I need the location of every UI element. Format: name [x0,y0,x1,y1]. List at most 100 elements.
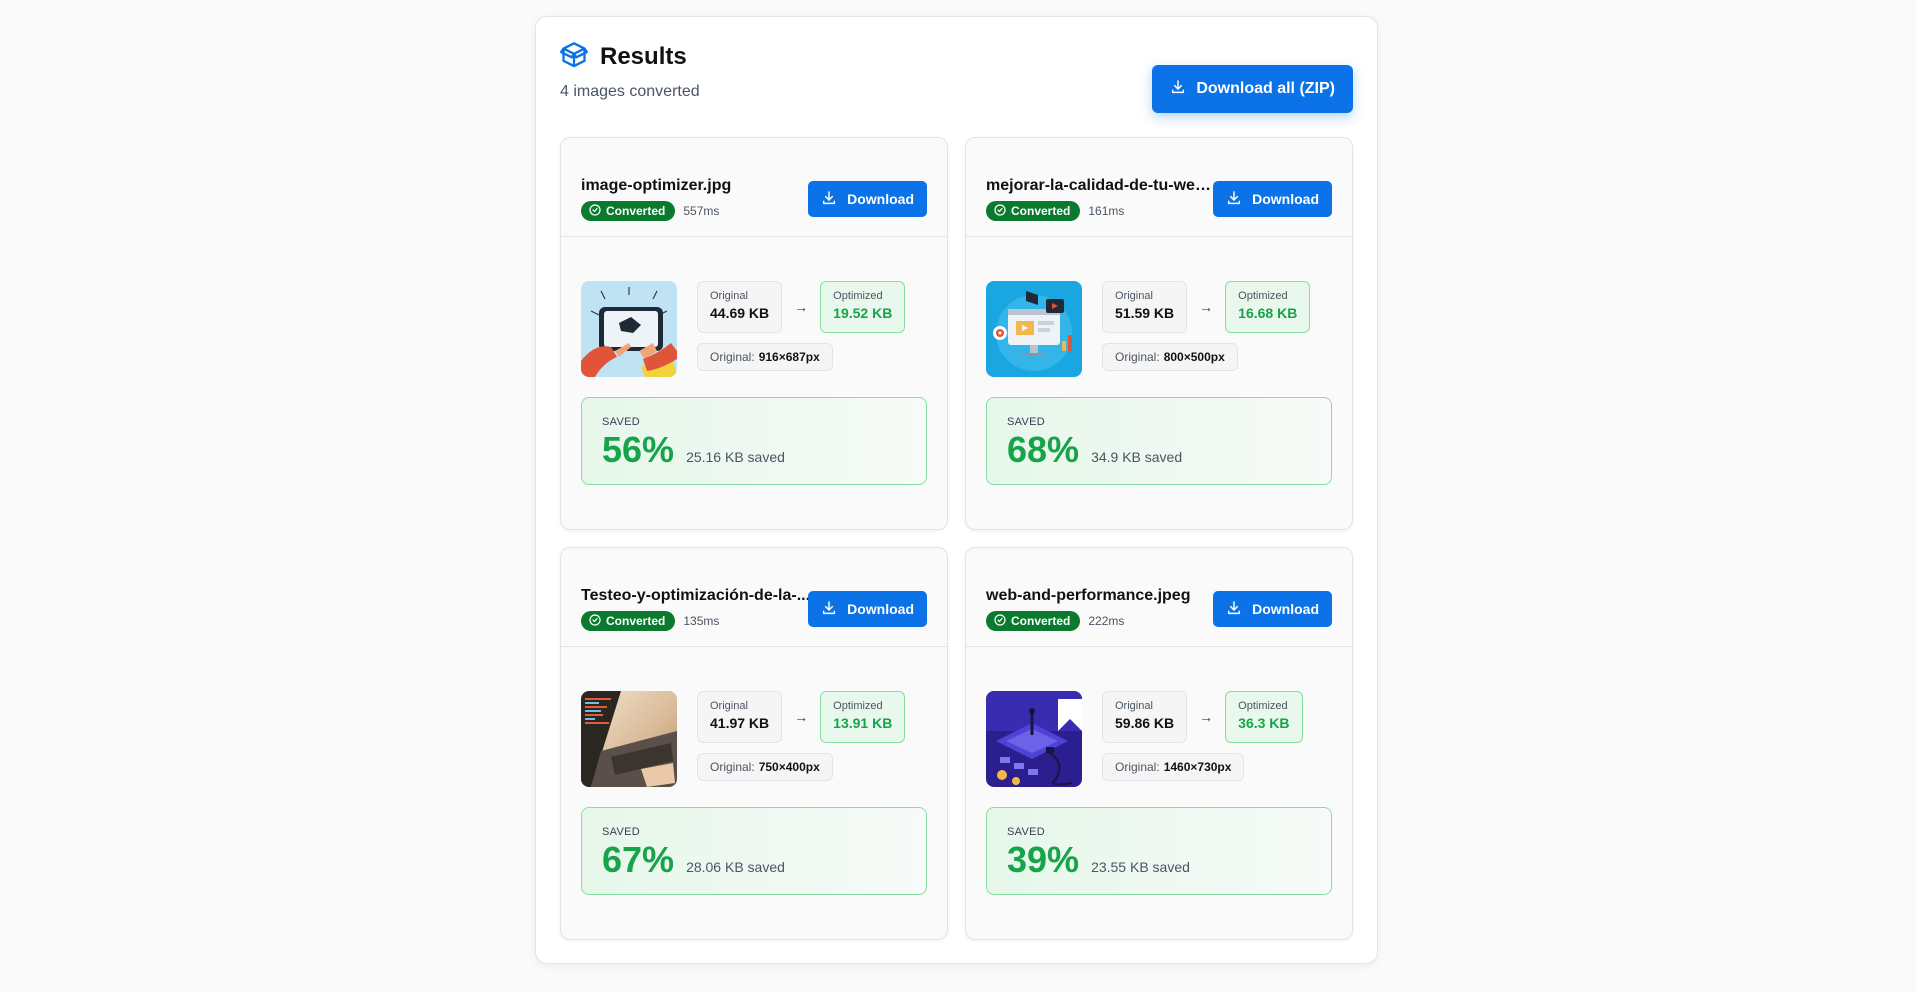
check-circle-icon [589,613,601,629]
original-size-label: Original [710,290,748,302]
result-card: Testeo-y-optimización-de-la-... Converte… [560,547,948,940]
size-comparison: Original 59.86 KB → Optimized 36.3 KB [1102,691,1303,743]
original-size-label: Original [1115,700,1153,712]
arrow-right-icon: → [794,299,809,315]
savings-panel: SAVED 67% 28.06 KB saved [581,807,927,895]
conversion-time: 222ms [1088,614,1125,628]
saved-label: SAVED [602,416,640,428]
arrow-right-icon: → [794,709,809,725]
saved-label: SAVED [1007,826,1045,838]
optimized-size-box: Optimized 36.3 KB [1225,691,1303,743]
arrow-right-icon: → [1199,299,1214,315]
download-button[interactable]: Download [808,181,927,217]
optimized-size-value: 19.52 KB [833,305,893,321]
results-header: Results 4 images converted Download all … [560,41,1353,121]
check-circle-icon [994,203,1006,219]
optimized-size-label: Optimized [1238,290,1288,302]
card-header: Testeo-y-optimización-de-la-... Converte… [561,548,947,647]
original-dimensions: Original: 750×400px [697,753,833,781]
original-size-box: Original 41.97 KB [697,691,783,743]
status-badge: Converted [581,201,676,221]
original-size-value: 41.97 KB [710,715,770,731]
status-label: Converted [1011,614,1071,628]
arrow-right-icon: → [1199,709,1214,725]
savings-panel: SAVED 68% 34.9 KB saved [986,397,1332,485]
saved-size: 28.06 KB saved [686,859,785,875]
file-name: Testeo-y-optimización-de-la-... [581,587,811,604]
size-comparison: Original 51.59 KB → Optimized 16.68 KB [1102,281,1311,333]
savings-panel: SAVED 39% 23.55 KB saved [986,807,1332,895]
saved-percentage: 56% [602,429,675,470]
download-label: Download [1252,601,1319,617]
conversion-time: 161ms [1088,204,1125,218]
saved-size: 34.9 KB saved [1091,449,1183,465]
size-comparison: Original 44.69 KB → Optimized 19.52 KB [697,281,906,333]
dimensions-value: 750×400px [758,760,820,774]
optimized-size-value: 16.68 KB [1238,305,1298,321]
image-thumbnail [986,691,1082,787]
conversion-time: 135ms [683,614,720,628]
saved-size: 23.55 KB saved [1091,859,1190,875]
status-label: Converted [606,614,666,628]
size-comparison: Original 41.97 KB → Optimized 13.91 KB [697,691,906,743]
savings-panel: SAVED 56% 25.16 KB saved [581,397,927,485]
optimized-size-box: Optimized 13.91 KB [820,691,906,743]
download-icon [1226,190,1242,209]
original-size-value: 44.69 KB [710,305,770,321]
download-icon [1170,79,1186,100]
status-label: Converted [606,204,666,218]
download-button[interactable]: Download [1213,591,1332,627]
download-button[interactable]: Download [808,591,927,627]
optimized-size-value: 36.3 KB [1238,715,1290,731]
download-label: Download [847,601,914,617]
image-thumbnail [986,281,1082,377]
saved-percentage: 39% [1007,839,1080,880]
original-size-label: Original [1115,290,1153,302]
download-icon [821,190,837,209]
optimized-size-label: Optimized [833,700,883,712]
card-header: mejorar-la-calidad-de-tu-web... Converte… [966,138,1352,237]
optimized-size-label: Optimized [833,290,883,302]
download-all-button[interactable]: Download all (ZIP) [1152,65,1353,113]
image-thumbnail [581,281,677,377]
conversion-time: 557ms [683,204,720,218]
check-circle-icon [589,203,601,219]
dimensions-label: Original: [1115,350,1160,364]
download-all-label: Download all (ZIP) [1196,80,1335,97]
results-panel: Results 4 images converted Download all … [535,16,1378,964]
status-label: Converted [1011,204,1071,218]
result-card: web-and-performance.jpeg Converted 222ms… [965,547,1353,940]
check-circle-icon [994,613,1006,629]
saved-percentage: 67% [602,839,675,880]
status-badge: Converted [986,201,1081,221]
download-label: Download [1252,191,1319,207]
saved-label: SAVED [1007,416,1045,428]
optimized-size-box: Optimized 19.52 KB [820,281,906,333]
dimensions-label: Original: [710,350,755,364]
download-button[interactable]: Download [1213,181,1332,217]
download-icon [1226,600,1242,619]
dimensions-label: Original: [1115,760,1160,774]
card-header: image-optimizer.jpg Converted 557ms Down… [561,138,947,237]
download-icon [821,600,837,619]
original-size-box: Original 59.86 KB [1102,691,1188,743]
saved-label: SAVED [602,826,640,838]
original-size-box: Original 51.59 KB [1102,281,1188,333]
page-title: Results [600,43,687,70]
file-name: image-optimizer.jpg [581,177,732,194]
dimensions-value: 916×687px [758,350,820,364]
optimized-size-value: 13.91 KB [833,715,893,731]
original-dimensions: Original: 800×500px [1102,343,1238,371]
dimensions-value: 1460×730px [1163,760,1232,774]
original-dimensions: Original: 1460×730px [1102,753,1245,781]
result-card: image-optimizer.jpg Converted 557ms Down… [560,137,948,530]
card-header: web-and-performance.jpeg Converted 222ms… [966,548,1352,647]
optimized-size-label: Optimized [1238,700,1288,712]
results-grid: image-optimizer.jpg Converted 557ms Down… [560,137,1353,940]
status-badge: Converted [581,611,676,631]
dimensions-value: 800×500px [1163,350,1225,364]
saved-percentage: 68% [1007,429,1080,470]
dimensions-label: Original: [710,760,755,774]
original-size-box: Original 44.69 KB [697,281,783,333]
result-card: mejorar-la-calidad-de-tu-web... Converte… [965,137,1353,530]
